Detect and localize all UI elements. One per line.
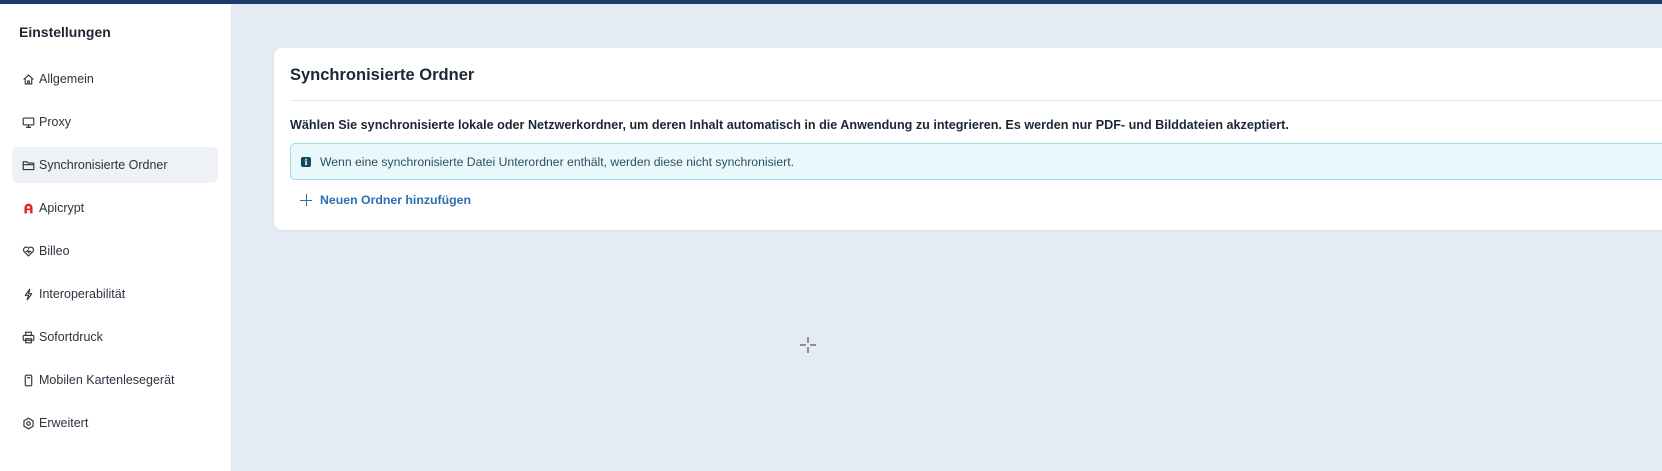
sidebar-item-erweitert[interactable]: Erweitert xyxy=(12,405,218,441)
add-folder-button[interactable]: Neuen Ordner hinzufügen xyxy=(300,189,471,211)
info-icon: i xyxy=(301,156,311,167)
sidebar-item-label: Proxy xyxy=(39,115,71,129)
settings-nav: Allgemein Proxy Synchronisierte Ordner A… xyxy=(12,61,218,448)
folder-icon xyxy=(20,157,36,173)
card-reader-icon xyxy=(20,372,36,388)
sidebar-item-interoperabilitaet[interactable]: Interoperabilität xyxy=(12,276,218,312)
divider xyxy=(290,100,1662,101)
synced-folders-card: Synchronisierte Ordner Wählen Sie synchr… xyxy=(274,48,1662,230)
main-content: Synchronisierte Ordner Wählen Sie synchr… xyxy=(232,4,1662,471)
sidebar-item-label: Allgemein xyxy=(39,72,94,86)
info-text: Wenn eine synchronisierte Datei Unterord… xyxy=(320,154,794,169)
monitor-icon xyxy=(20,114,36,130)
card-description: Wählen Sie synchronisierte lokale oder N… xyxy=(290,118,1289,132)
page-title: Synchronisierte Ordner xyxy=(290,66,475,84)
sidebar-item-sofortdruck[interactable]: Sofortdruck xyxy=(12,319,218,355)
sidebar-item-label: Mobilen Kartenlesegerät xyxy=(39,373,175,387)
sidebar-item-label: Interoperabilität xyxy=(39,287,126,301)
apicrypt-logo-icon xyxy=(20,200,36,216)
sidebar-item-label: Synchronisierte Ordner xyxy=(39,158,168,172)
sidebar-title: Einstellungen xyxy=(19,24,111,40)
sidebar-item-label: Apicrypt xyxy=(39,201,85,215)
printer-icon xyxy=(20,329,36,345)
sidebar-item-label: Billeo xyxy=(39,244,70,258)
sidebar-item-billeo[interactable]: Billeo xyxy=(12,233,218,269)
sidebar-item-proxy[interactable]: Proxy xyxy=(12,104,218,140)
crosshair-cursor-icon xyxy=(800,337,816,353)
sidebar-item-label: Erweitert xyxy=(39,416,89,430)
lightning-icon xyxy=(20,286,36,302)
sidebar-item-synchronisierte-ordner[interactable]: Synchronisierte Ordner xyxy=(12,147,218,183)
info-alert: i Wenn eine synchronisierte Datei Untero… xyxy=(290,143,1662,180)
heart-icon xyxy=(20,243,36,259)
home-icon xyxy=(20,71,36,87)
sidebar-item-apicrypt[interactable]: Apicrypt xyxy=(12,190,218,226)
sidebar-item-label: Sofortdruck xyxy=(39,330,103,344)
sidebar-item-allgemein[interactable]: Allgemein xyxy=(12,61,218,97)
add-folder-label: Neuen Ordner hinzufügen xyxy=(320,193,471,207)
gear-icon xyxy=(20,415,36,431)
sidebar-item-mobilen-kartenlesegeraet[interactable]: Mobilen Kartenlesegerät xyxy=(12,362,218,398)
settings-sidebar: Einstellungen Allgemein Proxy Synchronis… xyxy=(0,4,232,471)
plus-icon xyxy=(300,194,312,206)
